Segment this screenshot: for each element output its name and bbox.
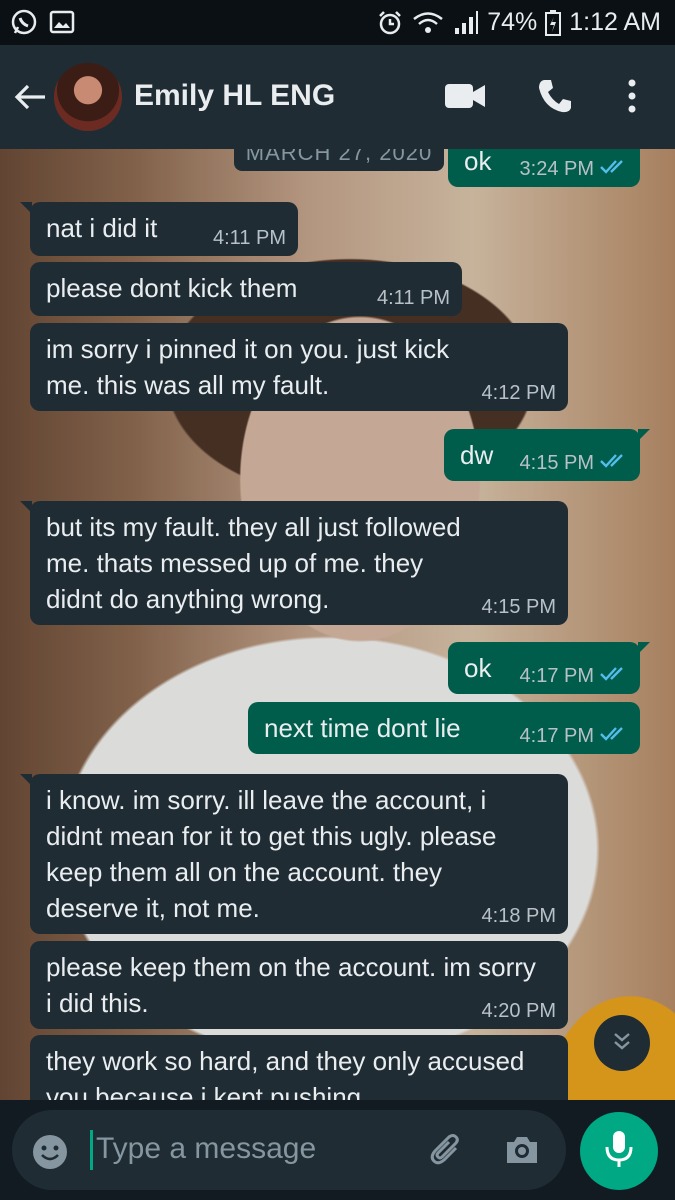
message-meta: 4:17 PM <box>520 724 628 748</box>
mic-icon <box>604 1129 634 1174</box>
message-time: 4:17 PM <box>519 665 594 687</box>
status-left-icons <box>10 8 76 36</box>
message-input[interactable] <box>96 1132 396 1166</box>
message-time: 4:15 PM <box>519 452 594 474</box>
message-input-container[interactable] <box>12 1110 566 1190</box>
message-bubble[interactable]: but its my fault. they all just followed… <box>20 501 568 625</box>
wifi-icon <box>411 10 445 36</box>
message-meta: 4:15 PM <box>520 451 628 475</box>
whatsapp-icon <box>10 8 38 36</box>
message-bubble[interactable]: ok 3:24 PM <box>448 149 640 187</box>
message-text: they work so hard, and they only accused… <box>46 1046 525 1100</box>
message-bubble[interactable]: ok 4:17 PM <box>448 642 650 694</box>
battery-icon <box>545 9 562 36</box>
message-meta: 4:17 PM <box>520 664 628 688</box>
video-call-icon[interactable] <box>444 81 486 116</box>
message-bubble[interactable]: please dont kick them 4:11 PM <box>30 262 462 316</box>
alarm-icon <box>377 10 403 36</box>
gallery-icon <box>48 8 76 36</box>
composer-bar <box>0 1100 675 1200</box>
message-text: but its my fault. they all just followed… <box>46 512 461 614</box>
voice-call-icon[interactable] <box>536 77 574 120</box>
message-text: im sorry i pinned it on you. just kick m… <box>46 334 450 400</box>
message-time: 4:12 PM <box>481 382 556 404</box>
message-text: please keep them on the account. im sorr… <box>46 952 536 1018</box>
message-text: next time dont lie <box>264 713 461 743</box>
status-bar: 74% 1:12 AM <box>0 0 675 45</box>
message-text: nat i did it <box>46 213 158 243</box>
message-meta: 3:24 PM <box>520 157 628 181</box>
chat-area[interactable]: MARCH 27, 2020 ok 3:24 PM nat i did it 4… <box>0 149 675 1100</box>
read-receipt-icon <box>600 724 628 748</box>
message-time: 4:17 PM <box>519 725 594 747</box>
message-time: 3:24 PM <box>519 158 594 180</box>
read-receipt-icon <box>600 664 628 688</box>
message-bubble[interactable]: next time dont lie 4:17 PM <box>248 702 640 754</box>
camera-icon[interactable] <box>502 1130 542 1175</box>
status-right: 74% 1:12 AM <box>377 8 661 37</box>
double-chevron-down-icon <box>609 1028 635 1059</box>
message-text: ok <box>464 653 492 683</box>
clock: 1:12 AM <box>569 8 661 36</box>
signal-icon <box>453 10 479 36</box>
message-bubble[interactable]: i know. im sorry. ill leave the account,… <box>20 774 568 934</box>
message-text: please dont kick them <box>46 273 298 303</box>
more-options-icon[interactable] <box>622 77 642 120</box>
text-cursor <box>90 1130 93 1170</box>
back-arrow-icon[interactable] <box>12 79 48 115</box>
read-receipt-icon <box>600 451 628 475</box>
message-time: 4:11 PM <box>377 287 450 309</box>
message-time: 4:11 PM <box>213 227 286 249</box>
message-bubble[interactable]: please keep them on the account. im sorr… <box>30 941 568 1029</box>
battery-percent: 74% <box>487 8 538 36</box>
message-text: dw <box>460 440 494 470</box>
read-receipt-icon <box>600 157 628 181</box>
attach-icon[interactable] <box>426 1130 466 1175</box>
message-bubble[interactable]: dw 4:15 PM <box>444 429 650 481</box>
date-label: MARCH 27, 2020 <box>234 149 444 171</box>
message-time: 4:18 PM <box>481 905 556 927</box>
scroll-to-bottom-button[interactable] <box>594 1015 650 1071</box>
message-text: i know. im sorry. ill leave the account,… <box>46 785 497 923</box>
contact-name[interactable]: Emily HL ENG <box>134 79 335 113</box>
emoji-icon[interactable] <box>30 1132 70 1177</box>
chat-header: Emily HL ENG <box>0 45 675 149</box>
message-time: 4:20 PM <box>481 1000 556 1022</box>
voice-message-button[interactable] <box>580 1112 658 1190</box>
avatar[interactable] <box>54 63 122 131</box>
message-text: ok <box>464 149 492 176</box>
message-time: 4:15 PM <box>481 596 556 618</box>
message-bubble[interactable]: im sorry i pinned it on you. just kick m… <box>30 323 568 411</box>
message-bubble[interactable]: they work so hard, and they only accused… <box>30 1035 568 1100</box>
message-bubble[interactable]: nat i did it 4:11 PM <box>20 202 298 256</box>
